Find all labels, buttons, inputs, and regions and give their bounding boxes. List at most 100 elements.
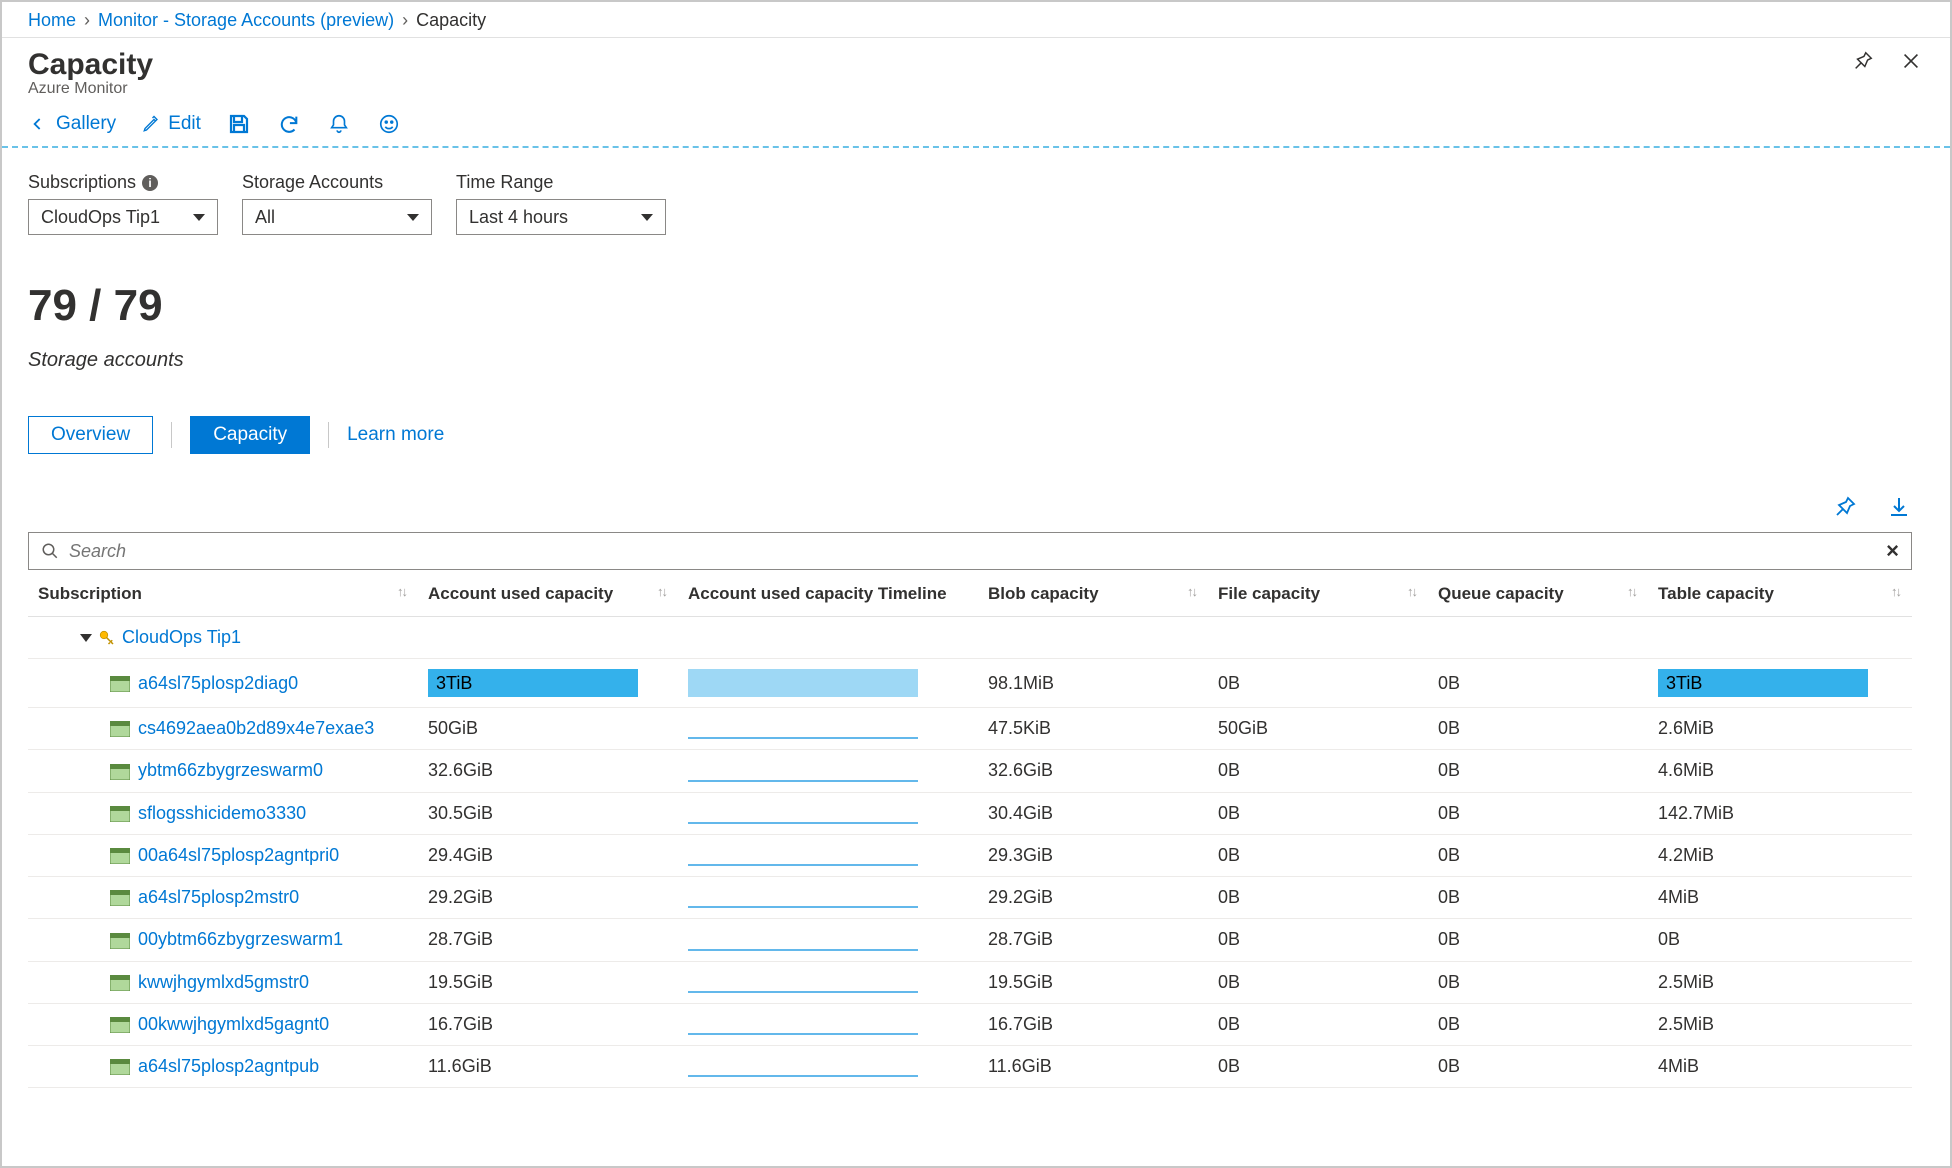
- table-row: ybtm66zbygrzeswarm0 32.6GiB 32.6GiB 0B 0…: [28, 750, 1912, 792]
- cell-queue: 0B: [1428, 961, 1648, 1003]
- cell-timeline: [678, 1003, 978, 1045]
- storage-accounts-label: Storage Accounts: [242, 172, 432, 193]
- storage-account-link[interactable]: 00ybtm66zbygrzeswarm1: [138, 929, 343, 949]
- table-row: a64sl75plosp2diag0 3TiB 98.1MiB 0B 0B 3T…: [28, 659, 1912, 708]
- tab-overview[interactable]: Overview: [28, 416, 153, 454]
- time-range-dropdown[interactable]: Last 4 hours: [456, 199, 666, 235]
- storage-account-icon: [110, 1059, 130, 1075]
- storage-account-link[interactable]: cs4692aea0b2d89x4e7exae3: [138, 718, 374, 738]
- edit-button[interactable]: Edit: [142, 113, 201, 135]
- tabs: Overview Capacity Learn more: [28, 416, 1948, 454]
- storage-account-link[interactable]: ybtm66zbygrzeswarm0: [138, 760, 323, 780]
- cell-timeline: [678, 659, 978, 708]
- cell-queue: 0B: [1428, 877, 1648, 919]
- breadcrumb-monitor[interactable]: Monitor - Storage Accounts (preview): [98, 10, 394, 31]
- storage-account-link[interactable]: sflogsshicidemo3330: [138, 803, 306, 823]
- cell-queue: 0B: [1428, 708, 1648, 750]
- cell-blob: 47.5KiB: [978, 708, 1208, 750]
- cell-queue: 0B: [1428, 750, 1648, 792]
- cell-used: 29.2GiB: [418, 877, 678, 919]
- table-row: cs4692aea0b2d89x4e7exae3 50GiB 47.5KiB 5…: [28, 708, 1912, 750]
- search-icon: [41, 542, 59, 560]
- cell-blob: 16.7GiB: [978, 1003, 1208, 1045]
- subscriptions-dropdown[interactable]: CloudOps Tip1: [28, 199, 218, 235]
- gallery-button[interactable]: Gallery: [28, 113, 116, 135]
- search-box[interactable]: ×: [28, 532, 1912, 570]
- close-icon[interactable]: [1898, 48, 1924, 74]
- cell-table: 4MiB: [1648, 1046, 1912, 1088]
- storage-account-link[interactable]: a64sl75plosp2agntpub: [138, 1056, 319, 1076]
- table-row: a64sl75plosp2agntpub 11.6GiB 11.6GiB 0B …: [28, 1046, 1912, 1088]
- tab-capacity[interactable]: Capacity: [190, 416, 310, 454]
- time-range-label: Time Range: [456, 172, 666, 193]
- table-row: 00kwwjhgymlxd5gagnt0 16.7GiB 16.7GiB 0B …: [28, 1003, 1912, 1045]
- download-icon[interactable]: [1886, 494, 1912, 520]
- breadcrumb-home[interactable]: Home: [28, 10, 76, 31]
- breadcrumb-current: Capacity: [416, 10, 486, 31]
- chevron-down-icon: [80, 634, 92, 642]
- content-scroll[interactable]: Subscriptionsi CloudOps Tip1 Storage Acc…: [4, 150, 1948, 1164]
- col-queue[interactable]: Queue capacity↑↓: [1428, 570, 1648, 617]
- alert-icon[interactable]: [327, 112, 351, 136]
- summary-label: Storage accounts: [28, 349, 1948, 372]
- page-title: Capacity: [28, 48, 153, 82]
- cell-blob: 29.2GiB: [978, 877, 1208, 919]
- table-actions: [28, 494, 1948, 520]
- capacity-table: Subscription↑↓ Account used capacity↑↓ A…: [28, 570, 1912, 1088]
- col-file[interactable]: File capacity↑↓: [1208, 570, 1428, 617]
- filter-bar: Subscriptionsi CloudOps Tip1 Storage Acc…: [28, 150, 1948, 235]
- storage-account-link[interactable]: a64sl75plosp2diag0: [138, 673, 298, 693]
- cell-table: 4.6MiB: [1648, 750, 1912, 792]
- storage-account-link[interactable]: a64sl75plosp2mstr0: [138, 887, 299, 907]
- info-icon[interactable]: i: [142, 175, 158, 191]
- cell-timeline: [678, 877, 978, 919]
- storage-account-icon: [110, 806, 130, 822]
- col-used[interactable]: Account used capacity↑↓: [418, 570, 678, 617]
- refresh-icon[interactable]: [277, 112, 301, 136]
- cell-used: 16.7GiB: [418, 1003, 678, 1045]
- separator: [171, 422, 172, 448]
- cell-queue: 0B: [1428, 1046, 1648, 1088]
- save-icon[interactable]: [227, 112, 251, 136]
- cell-blob: 32.6GiB: [978, 750, 1208, 792]
- group-row[interactable]: CloudOps Tip1: [28, 617, 1912, 659]
- feedback-icon[interactable]: [377, 112, 401, 136]
- cell-table: 142.7MiB: [1648, 792, 1912, 834]
- search-input[interactable]: [69, 541, 1876, 562]
- cell-file: 0B: [1208, 919, 1428, 961]
- cell-queue: 0B: [1428, 919, 1648, 961]
- cell-timeline: [678, 919, 978, 961]
- cell-timeline: [678, 961, 978, 1003]
- storage-account-link[interactable]: kwwjhgymlxd5gmstr0: [138, 972, 309, 992]
- cell-table: 4MiB: [1648, 877, 1912, 919]
- learn-more-link[interactable]: Learn more: [347, 424, 444, 446]
- page-subtitle: Azure Monitor: [28, 80, 153, 98]
- storage-accounts-dropdown[interactable]: All: [242, 199, 432, 235]
- subscriptions-label: Subscriptionsi: [28, 172, 218, 193]
- col-subscription[interactable]: Subscription↑↓: [28, 570, 418, 617]
- storage-account-link[interactable]: 00a64sl75plosp2agntpri0: [138, 845, 339, 865]
- storage-account-icon: [110, 890, 130, 906]
- cell-table: 4.2MiB: [1648, 834, 1912, 876]
- storage-account-icon: [110, 676, 130, 692]
- col-blob[interactable]: Blob capacity↑↓: [978, 570, 1208, 617]
- cell-table: 2.5MiB: [1648, 1003, 1912, 1045]
- edit-label: Edit: [168, 113, 201, 135]
- cell-file: 0B: [1208, 961, 1428, 1003]
- gallery-label: Gallery: [56, 113, 116, 135]
- col-table[interactable]: Table capacity↑↓: [1648, 570, 1912, 617]
- clear-search-icon[interactable]: ×: [1886, 538, 1899, 564]
- cell-used: 19.5GiB: [418, 961, 678, 1003]
- cell-file: 0B: [1208, 834, 1428, 876]
- storage-account-icon: [110, 764, 130, 780]
- cell-timeline: [678, 750, 978, 792]
- pin-icon[interactable]: [1850, 48, 1876, 74]
- cell-queue: 0B: [1428, 1003, 1648, 1045]
- separator: [328, 422, 329, 448]
- cell-timeline: [678, 708, 978, 750]
- cell-file: 0B: [1208, 792, 1428, 834]
- pin-table-icon[interactable]: [1832, 494, 1858, 520]
- storage-account-link[interactable]: 00kwwjhgymlxd5gagnt0: [138, 1014, 329, 1034]
- storage-account-icon: [110, 933, 130, 949]
- col-timeline[interactable]: Account used capacity Timeline: [678, 570, 978, 617]
